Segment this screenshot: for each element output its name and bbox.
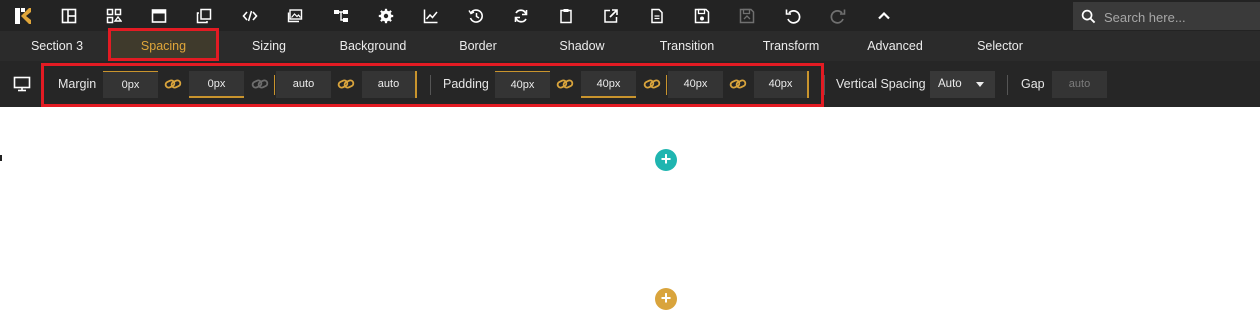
history-icon[interactable] <box>466 6 486 26</box>
tab-border[interactable]: Border <box>448 31 508 61</box>
tab-highlight-frame <box>108 28 219 61</box>
sitemap-icon[interactable] <box>331 6 351 26</box>
vertical-spacing-select[interactable]: Auto <box>930 71 995 98</box>
chart-icon[interactable] <box>421 6 441 26</box>
gallery-icon[interactable] <box>285 6 305 26</box>
save-disabled-icon <box>737 6 757 26</box>
code-icon[interactable] <box>240 6 260 26</box>
clipboard-icon[interactable] <box>556 6 576 26</box>
tab-shadow[interactable]: Shadow <box>550 31 614 61</box>
desktop-monitor-icon[interactable] <box>13 76 31 92</box>
tab-advanced[interactable]: Advanced <box>858 31 932 61</box>
save-icon[interactable] <box>692 6 712 26</box>
window-icon[interactable] <box>149 6 169 26</box>
search-icon <box>1081 9 1096 24</box>
tab-selector[interactable]: Selector <box>969 31 1031 61</box>
refresh-icon[interactable] <box>511 6 531 26</box>
canvas-edge-marker <box>0 155 2 161</box>
document-icon[interactable] <box>647 6 667 26</box>
layout-icon[interactable] <box>59 6 79 26</box>
external-edit-icon[interactable] <box>601 6 621 26</box>
redo-disabled-icon <box>828 6 848 26</box>
divider <box>1007 75 1008 95</box>
divider <box>824 75 825 95</box>
add-block-button[interactable]: + <box>655 149 677 171</box>
search-box[interactable] <box>1073 2 1260 32</box>
undo-icon[interactable] <box>783 6 803 26</box>
tab-section-3[interactable]: Section 3 <box>20 31 94 61</box>
chevron-down-icon <box>976 82 984 87</box>
vertical-spacing-label: Vertical Spacing <box>836 77 926 91</box>
tab-transform[interactable]: Transform <box>754 31 828 61</box>
widgets-icon[interactable] <box>104 6 124 26</box>
tab-sizing[interactable]: Sizing <box>239 31 299 61</box>
settings-icon[interactable] <box>376 6 396 26</box>
logo-icon[interactable] <box>13 6 33 26</box>
top-toolbar <box>0 0 1260 32</box>
add-section-button[interactable]: + <box>655 288 677 310</box>
tab-background[interactable]: Background <box>330 31 416 61</box>
chevron-up-icon[interactable] <box>874 6 894 26</box>
vertical-spacing-value: Auto <box>938 78 962 90</box>
tab-transition[interactable]: Transition <box>650 31 724 61</box>
copy-icon[interactable] <box>194 6 214 26</box>
search-input[interactable] <box>1102 2 1256 32</box>
spacing-highlight-frame <box>41 63 824 107</box>
gap-field[interactable]: auto <box>1052 71 1107 98</box>
gap-label: Gap <box>1021 77 1045 91</box>
